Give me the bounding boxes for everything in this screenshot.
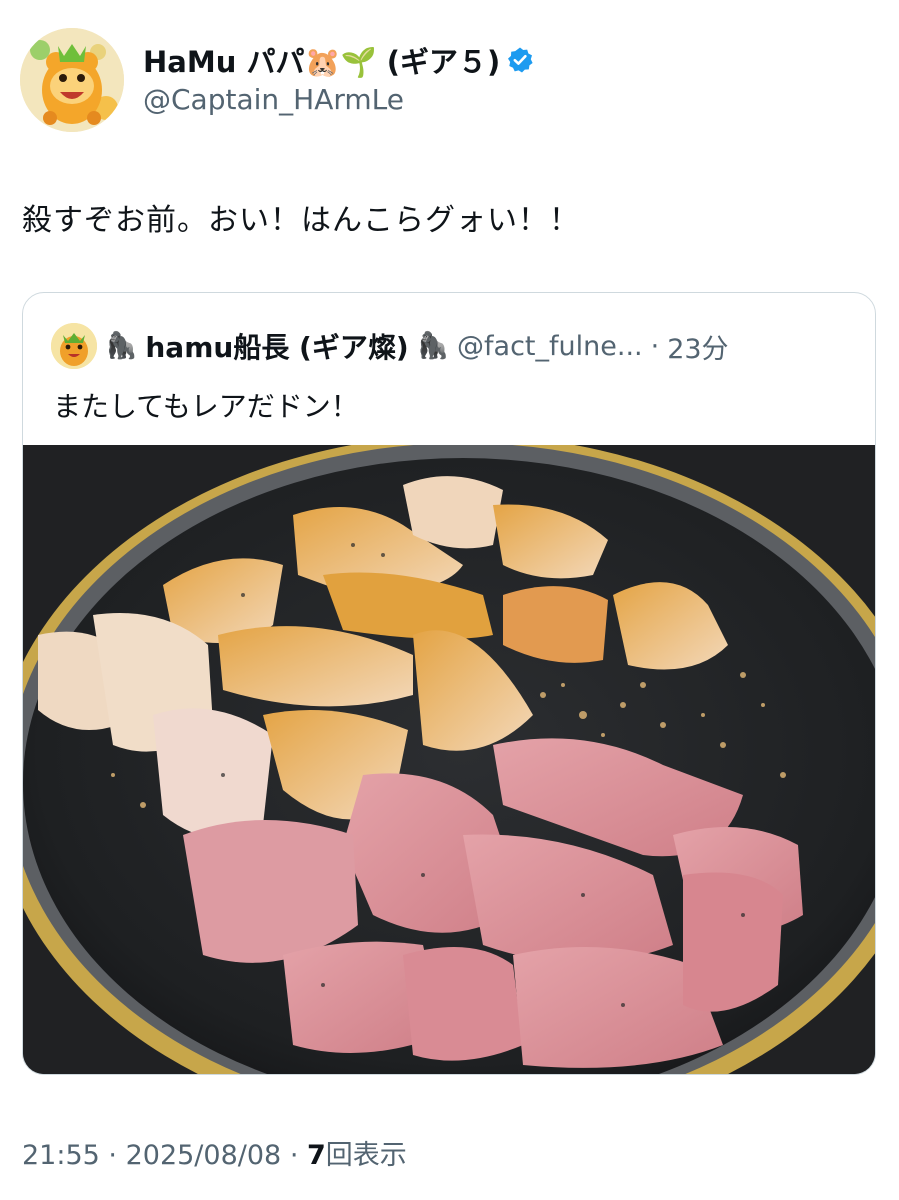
- gorilla-emoji-icon: 🦍: [416, 331, 450, 361]
- quoted-post-image[interactable]: [23, 445, 875, 1074]
- post-text: 殺すぞお前。おい！はんこらグォい！！: [22, 203, 580, 238]
- views-label: 回表示: [325, 1140, 407, 1171]
- separator-dot: ·: [289, 1140, 299, 1171]
- post-date[interactable]: 2025/08/08: [126, 1140, 282, 1171]
- post-meta: 21:55 · 2025/08/08 · 7回表示: [22, 1133, 407, 1172]
- cartoon-character-avatar-icon: [51, 323, 97, 369]
- separator-dot: ·: [108, 1140, 117, 1171]
- verified-badge-icon: [508, 47, 533, 73]
- author-display-name[interactable]: HaMu パパ🐹🌱 (ギア５): [143, 39, 500, 81]
- quoted-author-handle[interactable]: @fact_fulne...: [457, 331, 643, 362]
- quoted-author-name[interactable]: hamu船長 (ギア燦): [145, 326, 408, 366]
- author-name-row[interactable]: HaMu パパ🐹🌱 (ギア５): [143, 40, 534, 80]
- separator-dot: ·: [650, 330, 660, 362]
- cartoon-hamster-avatar-icon: [20, 28, 124, 132]
- author-handle[interactable]: @Captain_HArmLe: [143, 83, 404, 116]
- post-time[interactable]: 21:55: [22, 1140, 100, 1171]
- quoted-author-avatar[interactable]: [51, 323, 97, 369]
- quoted-post-text: またしてもレアだドン！: [53, 390, 359, 423]
- chicken-in-frying-pan-photo: [23, 445, 875, 1074]
- views-count: 7: [307, 1140, 326, 1171]
- quoted-post-time[interactable]: 23分: [667, 327, 728, 366]
- quoted-post-header: 🦍 hamu船長 (ギア燦) 🦍 @fact_fulne... · 23分: [51, 323, 729, 369]
- quoted-post-card[interactable]: 🦍 hamu船長 (ギア燦) 🦍 @fact_fulne... · 23分 また…: [22, 292, 876, 1075]
- author-avatar[interactable]: [20, 28, 124, 132]
- gorilla-emoji-icon: 🦍: [105, 331, 138, 361]
